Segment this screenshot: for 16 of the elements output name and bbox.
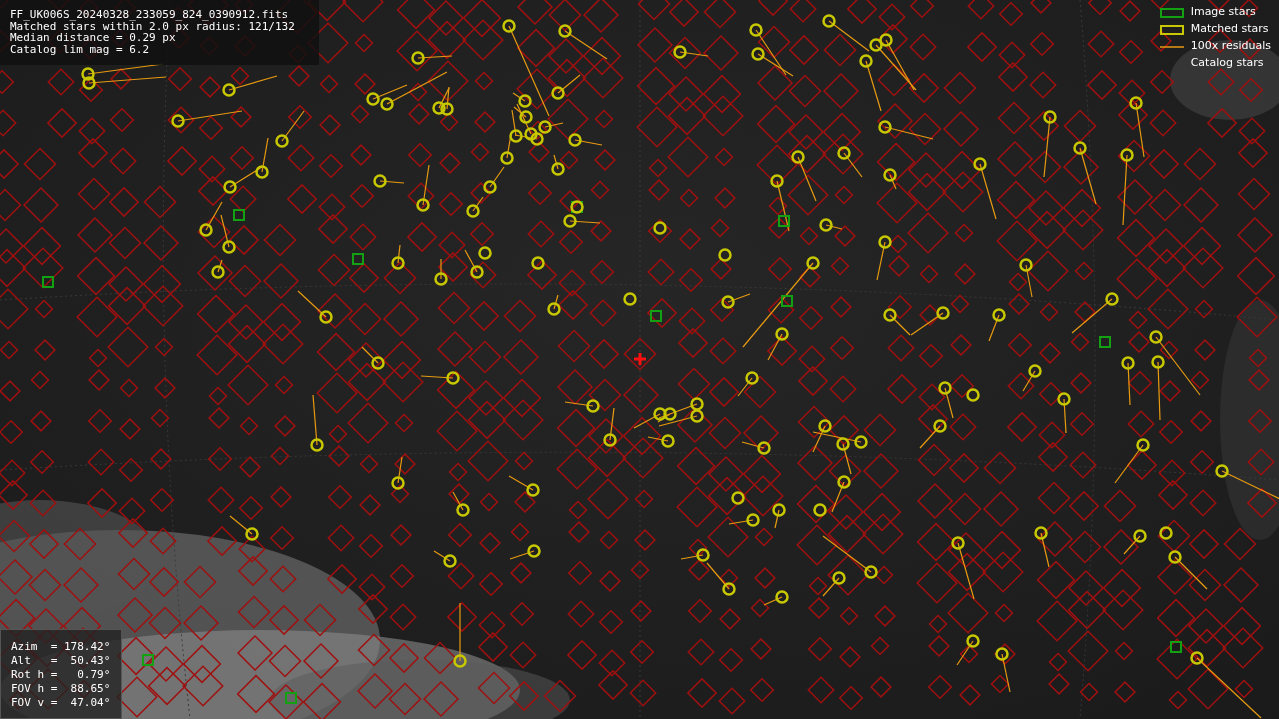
legend-label: Catalog stars <box>1190 55 1264 72</box>
info-text: Catalog lim mag = 6.2 <box>10 43 151 55</box>
legend-label: Matched stars <box>1190 21 1269 38</box>
legend-label: 100x residuals <box>1190 38 1271 55</box>
pointing-text: FOV h = 88.65° <box>11 682 112 696</box>
image-star-marker-icon <box>1159 7 1184 18</box>
info-text: Median distance = 0.29 px <box>10 32 176 44</box>
pointing-text: Alt = 50.43° <box>11 654 112 668</box>
legend-label: Image stars <box>1190 4 1256 21</box>
pointing-text: FOV v = 47.04° <box>11 696 112 710</box>
pointing-text: Rot h = 0.79° <box>11 668 112 682</box>
info-text: Matched stars within 2.0 px radius: 121/132 <box>10 20 296 32</box>
residual-line-icon <box>1159 45 1184 48</box>
pointing-text: Azim = 178.42° <box>11 640 112 654</box>
matched-star-marker-icon <box>1159 24 1184 35</box>
info-text: FF_UK006S_20240328_233059_824_0390912.fits <box>10 9 290 21</box>
